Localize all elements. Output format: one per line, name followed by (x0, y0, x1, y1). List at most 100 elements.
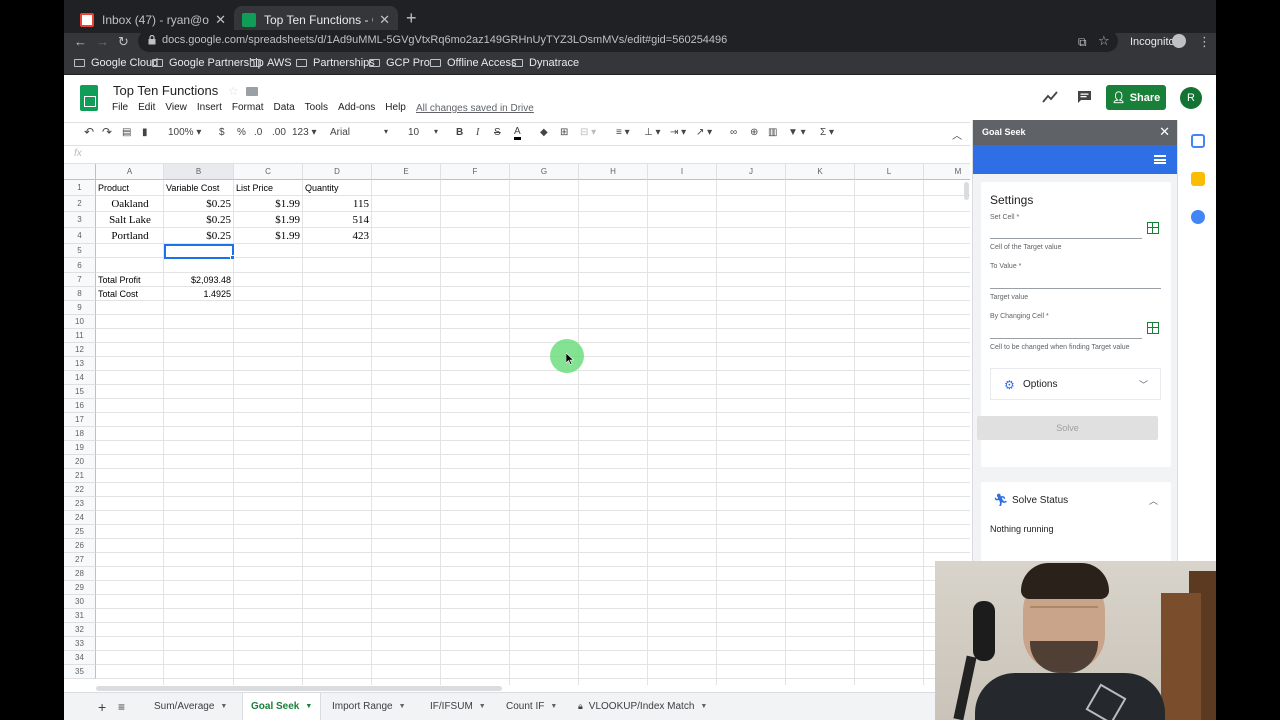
row-header-12[interactable]: 12 (64, 343, 96, 357)
bookmark-dynatrace[interactable]: Dynatrace (512, 57, 579, 69)
forward-icon[interactable]: → (96, 34, 109, 50)
browser-menu-icon[interactable]: ⋮ (1198, 34, 1211, 50)
column-header-l[interactable]: L (855, 164, 924, 180)
sheet-tab-goal-seek[interactable]: Goal Seek ▼ (242, 693, 322, 720)
text-wrap-icon[interactable]: ⇥ ▾ (670, 127, 686, 138)
extension-icon[interactable]: ⧉ (1078, 34, 1087, 50)
cell-b1[interactable]: Variable Cost (166, 181, 219, 195)
horizontal-scrollbar[interactable] (96, 686, 502, 691)
vertical-scrollbar[interactable] (964, 182, 969, 200)
star-icon[interactable]: ☆ (228, 84, 239, 98)
bookmark-google-cloud[interactable]: Google Cloud (74, 57, 158, 69)
italic-icon[interactable]: I (476, 127, 479, 138)
to-value-input[interactable] (990, 272, 1161, 288)
sheet-tab-vlookup-index-match[interactable]: 🔒︎ VLOOKUP/Index Match ▼ (578, 693, 707, 720)
cell-a1[interactable]: Product (98, 181, 129, 195)
cell-d2[interactable]: 115 (303, 197, 369, 211)
browser-tab-gmail[interactable]: Inbox (47) - ryan@observianlov ✕ (72, 6, 234, 33)
url-text[interactable]: docs.google.com/spreadsheets/d/1Ad9uMML-… (162, 34, 727, 46)
menu-edit[interactable]: Edit (138, 102, 155, 113)
text-color-icon[interactable]: A (514, 127, 521, 140)
row-header-26[interactable]: 26 (64, 539, 96, 553)
chevron-down-icon[interactable]: ▾ (434, 127, 438, 136)
incognito-icon[interactable] (1172, 34, 1186, 48)
row-header-10[interactable]: 10 (64, 315, 96, 329)
bookmark-partnerships[interactable]: Partnerships (296, 57, 375, 69)
cell-b2[interactable]: $0.25 (164, 197, 231, 211)
options-expander[interactable]: ⚙ Options ﹀ (990, 368, 1161, 400)
back-icon[interactable]: ← (74, 34, 87, 50)
column-header-f[interactable]: F (441, 164, 510, 180)
row-header-20[interactable]: 20 (64, 455, 96, 469)
sheet-tab-if-ifsum[interactable]: IF/IFSUM ▼ (430, 693, 486, 720)
functions-icon[interactable]: Σ ▾ (820, 127, 834, 138)
solve-button[interactable]: Solve (977, 416, 1158, 440)
row-header-24[interactable]: 24 (64, 511, 96, 525)
cell-b8[interactable]: 1.4925 (164, 287, 231, 301)
close-tab-icon[interactable]: ✕ (215, 12, 226, 28)
row-header-11[interactable]: 11 (64, 329, 96, 343)
row-header-15[interactable]: 15 (64, 385, 96, 399)
account-avatar[interactable]: R (1180, 87, 1202, 109)
decrease-decimal-button[interactable]: .0 (254, 127, 262, 138)
row-header-19[interactable]: 19 (64, 441, 96, 455)
reload-icon[interactable]: ↻ (118, 34, 129, 50)
menu-insert[interactable]: Insert (197, 102, 222, 113)
row-header-7[interactable]: 7 (64, 273, 96, 287)
font-select[interactable]: Arial (330, 127, 350, 138)
column-header-m[interactable]: M (924, 164, 970, 180)
column-header-b[interactable]: B (164, 164, 234, 180)
row-header-27[interactable]: 27 (64, 553, 96, 567)
chevron-down-icon[interactable]: ▼ (700, 703, 707, 710)
row-header-28[interactable]: 28 (64, 567, 96, 581)
row-header-34[interactable]: 34 (64, 651, 96, 665)
cell-a4[interactable]: Portland (96, 229, 164, 243)
comment-icon[interactable] (1077, 90, 1092, 104)
column-header-k[interactable]: K (786, 164, 855, 180)
cell-b3[interactable]: $0.25 (164, 213, 231, 227)
row-header-22[interactable]: 22 (64, 483, 96, 497)
row-header-1[interactable]: 1 (64, 180, 96, 196)
spreadsheet-grid[interactable]: ABCDEFGHIJKLM 1 2 3 4 5 6 7 8 9 10 11 12 13 14 15 16 17 1… (64, 164, 970, 685)
cell-c3[interactable]: $1.99 (234, 213, 300, 227)
fill-handle[interactable] (230, 255, 235, 260)
column-header-c[interactable]: C (234, 164, 303, 180)
column-header-d[interactable]: D (303, 164, 372, 180)
bookmark-aws[interactable]: AWS (250, 57, 292, 69)
borders-icon[interactable]: ⊞ (560, 127, 568, 138)
new-tab-icon[interactable]: + (406, 8, 417, 29)
add-sheet-icon[interactable]: + (98, 693, 106, 720)
selected-cell-b5[interactable] (164, 244, 234, 259)
merge-cells-icon[interactable]: ⊟ ▾ (580, 127, 596, 138)
sheets-logo-icon[interactable] (80, 85, 98, 111)
insert-link-icon[interactable]: ∞ (730, 127, 737, 138)
more-formats-button[interactable]: 123 ▾ (292, 127, 317, 138)
cell-a8[interactable]: Total Cost (98, 287, 138, 301)
row-header-23[interactable]: 23 (64, 497, 96, 511)
changing-cell-input[interactable] (990, 322, 1142, 338)
row-header-32[interactable]: 32 (64, 623, 96, 637)
row-header-25[interactable]: 25 (64, 525, 96, 539)
chevron-up-icon[interactable]: ︿ (1149, 494, 1158, 507)
column-header-g[interactable]: G (510, 164, 579, 180)
horizontal-align-icon[interactable]: ≡ ▾ (616, 127, 630, 138)
cell-a2[interactable]: Oakland (96, 197, 164, 211)
increase-decimal-button[interactable]: .00 (272, 127, 286, 138)
menu-help[interactable]: Help (385, 102, 406, 113)
chevron-down-icon[interactable]: ▼ (399, 703, 406, 710)
bookmark-offline-access[interactable]: Offline Access (430, 57, 517, 69)
column-header-a[interactable]: A (96, 164, 164, 180)
chevron-down-icon[interactable]: ▼ (220, 703, 227, 710)
all-sheets-icon[interactable]: ≡ (118, 693, 125, 720)
cell-picker-icon[interactable] (1147, 322, 1159, 334)
move-folder-icon[interactable] (246, 87, 258, 96)
font-size-select[interactable]: 10 (408, 127, 419, 138)
column-header-i[interactable]: I (648, 164, 717, 180)
chevron-down-icon[interactable]: ▼ (305, 703, 312, 710)
cell-b7[interactable]: $2,093.48 (164, 273, 231, 287)
menu-file[interactable]: File (112, 102, 128, 113)
chevron-down-icon[interactable]: ▼ (550, 703, 557, 710)
column-header-h[interactable]: H (579, 164, 648, 180)
row-header-4[interactable]: 4 (64, 228, 96, 244)
vertical-align-icon[interactable]: ⊥ ▾ (644, 127, 661, 138)
